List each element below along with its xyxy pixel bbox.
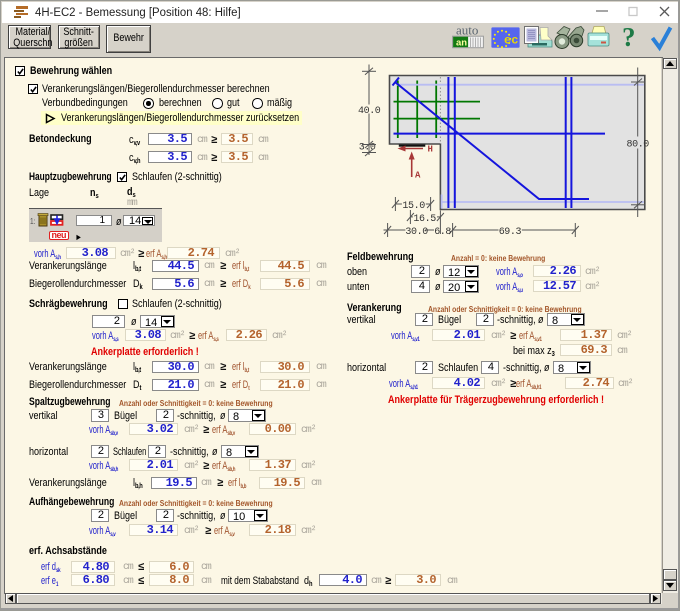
svg-text:an: an	[456, 38, 467, 49]
svg-text:auto: auto	[456, 25, 478, 38]
svg-text:?: ?	[622, 25, 636, 52]
svg-text:ec: ec	[504, 34, 518, 48]
